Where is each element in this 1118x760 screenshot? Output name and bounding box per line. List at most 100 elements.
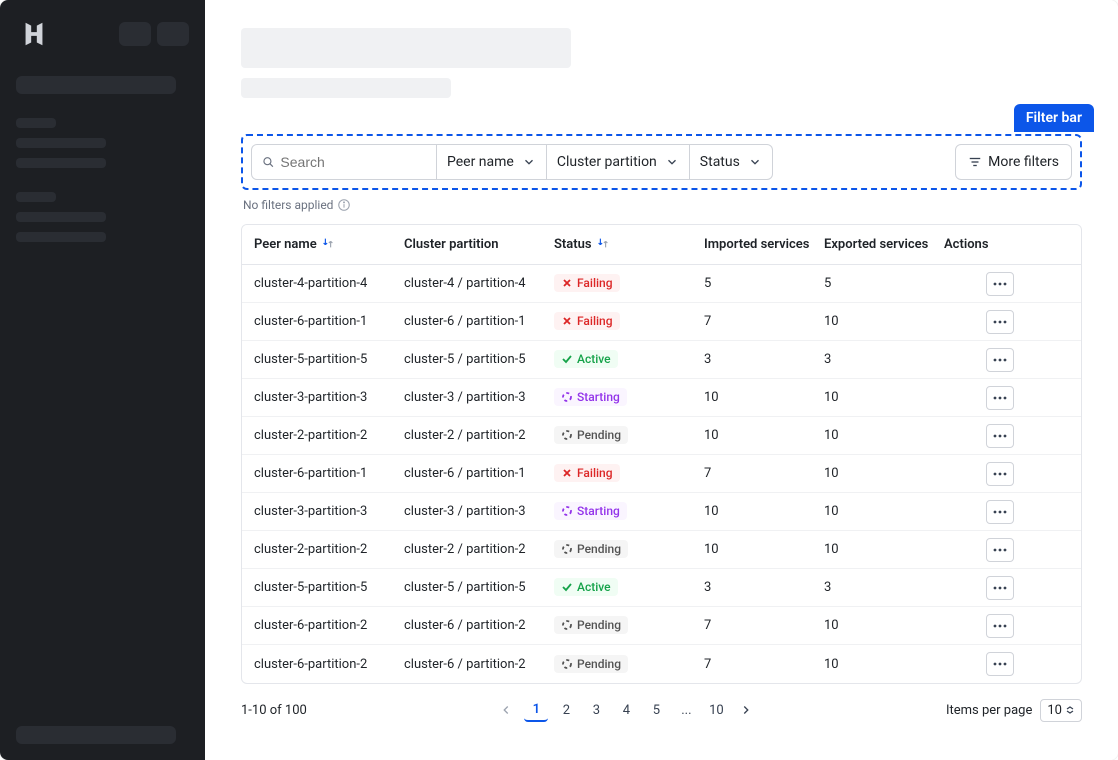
column-status[interactable]: Status [554, 236, 704, 254]
more-horizontal-icon [993, 510, 1007, 514]
sidebar [0, 0, 205, 760]
cell-imported: 3 [704, 580, 824, 595]
chevron-down-icon [665, 155, 679, 169]
row-actions-button[interactable] [986, 424, 1014, 448]
page-next[interactable] [734, 698, 758, 722]
cell-peer: cluster-6-partition-2 [254, 618, 404, 633]
cell-peer: cluster-6-partition-1 [254, 466, 404, 481]
cell-cluster: cluster-3 / partition-3 [404, 390, 554, 405]
column-cluster-partition[interactable]: Cluster partition [404, 237, 554, 252]
sidebar-pill[interactable] [157, 22, 189, 46]
items-per-page-label: Items per page [946, 703, 1032, 718]
filter-bar: Peer name Cluster partition Status More … [241, 134, 1082, 190]
row-actions-button[interactable] [986, 652, 1014, 676]
main-content: Filter bar Peer name Cluster partition S… [205, 0, 1118, 760]
sidebar-item[interactable] [16, 138, 106, 148]
starting-icon [561, 391, 573, 403]
filter-label: Status [700, 154, 740, 170]
cell-actions [944, 386, 1014, 410]
row-actions-button[interactable] [986, 462, 1014, 486]
cell-exported: 10 [824, 428, 944, 443]
more-horizontal-icon [993, 472, 1007, 476]
callout-label: Filter bar [1014, 104, 1094, 132]
row-actions-button[interactable] [986, 576, 1014, 600]
table-row: cluster-6-partition-1cluster-6 / partiti… [242, 455, 1081, 493]
page-prev[interactable] [494, 698, 518, 722]
table-row: cluster-6-partition-2cluster-6 / partiti… [242, 607, 1081, 645]
row-actions-button[interactable] [986, 272, 1014, 296]
cell-status: Pending [554, 655, 704, 674]
cell-imported: 10 [704, 390, 824, 405]
pagination: 1-10 of 100 12345...10 Items per page 10 [241, 698, 1082, 722]
items-per-page-select[interactable]: 10 [1040, 699, 1082, 722]
search-input-wrapper[interactable] [251, 144, 437, 180]
chevron-down-icon [522, 155, 536, 169]
row-actions-button[interactable] [986, 614, 1014, 638]
row-actions-button[interactable] [986, 538, 1014, 562]
cell-actions [944, 348, 1014, 372]
pending-icon [561, 429, 573, 441]
cell-cluster: cluster-5 / partition-5 [404, 580, 554, 595]
filter-label: Peer name [447, 154, 514, 170]
pending-icon [561, 658, 573, 670]
cell-actions [944, 424, 1014, 448]
info-icon [337, 198, 351, 212]
cell-status: Starting [554, 502, 704, 521]
page-number[interactable]: 1 [524, 698, 548, 722]
cell-cluster: cluster-6 / partition-2 [404, 618, 554, 633]
cell-exported: 10 [824, 618, 944, 633]
table-row: cluster-2-partition-2cluster-2 / partiti… [242, 531, 1081, 569]
table-row: cluster-3-partition-3cluster-3 / partiti… [242, 379, 1081, 417]
cell-actions [944, 310, 1014, 334]
row-actions-button[interactable] [986, 386, 1014, 410]
chevron-right-icon [739, 703, 753, 717]
cell-status: Failing [554, 274, 704, 293]
page-number[interactable]: 10 [704, 698, 728, 722]
row-actions-button[interactable] [986, 348, 1014, 372]
column-peer-name[interactable]: Peer name [254, 236, 404, 254]
cell-status: Pending [554, 616, 704, 635]
page-number[interactable]: 2 [554, 698, 578, 722]
page-number[interactable]: 3 [584, 698, 608, 722]
row-actions-button[interactable] [986, 310, 1014, 334]
cell-peer: cluster-4-partition-4 [254, 276, 404, 291]
cell-cluster: cluster-2 / partition-2 [404, 428, 554, 443]
more-horizontal-icon [993, 320, 1007, 324]
row-actions-button[interactable] [986, 500, 1014, 524]
sidebar-item[interactable] [16, 158, 106, 168]
column-imported[interactable]: Imported services [704, 237, 824, 252]
cell-peer: cluster-2-partition-2 [254, 542, 404, 557]
cell-actions [944, 272, 1014, 296]
cell-peer: cluster-3-partition-3 [254, 504, 404, 519]
more-horizontal-icon [993, 624, 1007, 628]
search-input[interactable] [280, 154, 426, 170]
cell-exported: 10 [824, 657, 944, 672]
cell-status: Active [554, 578, 704, 597]
cell-actions [944, 462, 1014, 486]
column-exported[interactable]: Exported services [824, 237, 944, 252]
page-number[interactable]: 5 [644, 698, 668, 722]
more-filters-label: More filters [988, 154, 1059, 170]
sidebar-pill[interactable] [119, 22, 151, 46]
cell-cluster: cluster-3 / partition-3 [404, 504, 554, 519]
filter-peer-name[interactable]: Peer name [437, 144, 547, 180]
cell-imported: 10 [704, 428, 824, 443]
cell-exported: 10 [824, 390, 944, 405]
more-horizontal-icon [993, 586, 1007, 590]
cell-status: Pending [554, 426, 704, 445]
sidebar-item[interactable] [16, 212, 106, 222]
filter-cluster-partition[interactable]: Cluster partition [547, 144, 690, 180]
filter-status[interactable]: Status [690, 144, 773, 180]
page-number[interactable]: 4 [614, 698, 638, 722]
failing-icon [561, 467, 573, 479]
cell-cluster: cluster-6 / partition-1 [404, 314, 554, 329]
table-row: cluster-5-partition-5cluster-5 / partiti… [242, 341, 1081, 379]
sidebar-item[interactable] [16, 232, 106, 242]
more-filters-button[interactable]: More filters [955, 144, 1072, 180]
table-row: cluster-6-partition-1cluster-6 / partiti… [242, 303, 1081, 341]
cell-status: Active [554, 350, 704, 369]
cell-status: Starting [554, 388, 704, 407]
cell-exported: 10 [824, 466, 944, 481]
table-row: cluster-3-partition-3cluster-3 / partiti… [242, 493, 1081, 531]
more-horizontal-icon [993, 434, 1007, 438]
